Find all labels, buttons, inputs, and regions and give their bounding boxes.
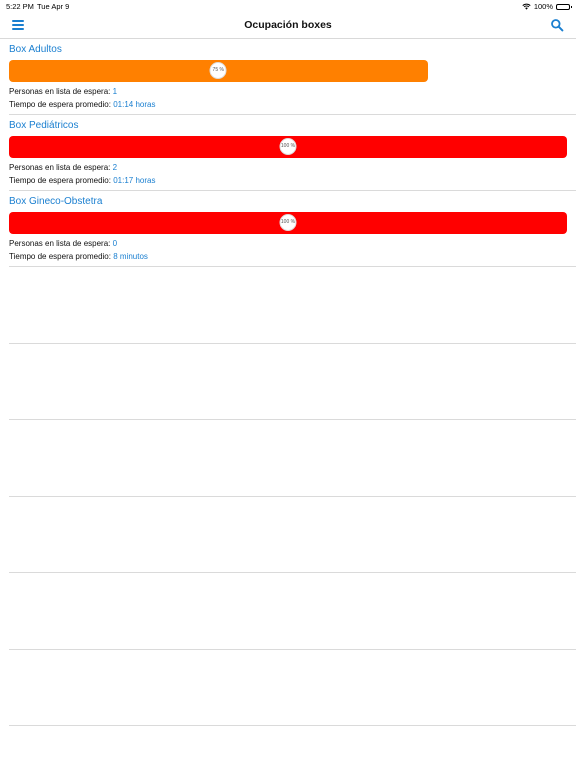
wifi-icon <box>522 3 531 10</box>
battery-icon <box>556 3 572 10</box>
empty-row <box>9 650 576 726</box>
empty-row <box>9 420 576 497</box>
waiting-count: Personas en lista de espera: 2 <box>9 163 117 172</box>
status-time: 5:22 PM <box>6 2 34 11</box>
empty-row <box>9 344 576 420</box>
battery-percent: 100% <box>533 2 553 11</box>
average-wait: Tiempo de espera promedio: 8 minutos <box>9 252 148 261</box>
box-list: Box Adultos 75 % Personas en lista de es… <box>0 39 576 726</box>
waiting-label: Personas en lista de espera: <box>9 163 111 172</box>
occupancy-bar: 100 % <box>9 136 567 158</box>
avg-time-value: 01:17 horas <box>113 176 156 185</box>
waiting-label: Personas en lista de espera: <box>9 87 111 96</box>
navigation-bar: Ocupación boxes <box>0 12 576 39</box>
average-wait: Tiempo de espera promedio: 01:14 horas <box>9 100 155 109</box>
average-wait: Tiempo de espera promedio: 01:17 horas <box>9 176 155 185</box>
page-title: Ocupación boxes <box>244 19 332 31</box>
box-title: Box Pediátricos <box>9 120 79 131</box>
avg-time-label: Tiempo de espera promedio: <box>9 100 111 109</box>
waiting-value: 2 <box>112 163 118 172</box>
status-bar: 5:22 PM Tue Apr 9 100% <box>0 0 576 12</box>
avg-time-value: 01:14 horas <box>113 100 156 109</box>
occupancy-percent-badge: 100 % <box>279 214 297 231</box>
empty-row <box>9 573 576 650</box>
empty-row <box>9 497 576 573</box>
status-right: 100% <box>522 2 572 11</box>
avg-time-value: 8 minutos <box>113 252 148 261</box>
status-date: Tue Apr 9 <box>37 2 70 11</box>
occupancy-percent-badge: 75 % <box>209 62 227 79</box>
box-row-adultos[interactable]: Box Adultos 75 % Personas en lista de es… <box>9 39 576 115</box>
waiting-count: Personas en lista de espera: 1 <box>9 87 117 96</box>
occupancy-bar: 75 % <box>9 60 567 82</box>
search-icon[interactable] <box>550 18 564 32</box>
avg-time-label: Tiempo de espera promedio: <box>9 176 111 185</box>
occupancy-bar: 100 % <box>9 212 567 234</box>
occupancy-percent-badge: 100 % <box>279 138 297 155</box>
box-title: Box Gineco-Obstetra <box>9 196 103 207</box>
box-row-pediatricos[interactable]: Box Pediátricos 100 % Personas en lista … <box>9 115 576 191</box>
avg-time-label: Tiempo de espera promedio: <box>9 252 111 261</box>
waiting-value: 0 <box>112 239 118 248</box>
waiting-label: Personas en lista de espera: <box>9 239 111 248</box>
empty-row <box>9 267 576 344</box>
box-title: Box Adultos <box>9 44 62 55</box>
box-row-gineco-obstetra[interactable]: Box Gineco-Obstetra 100 % Personas en li… <box>9 191 576 267</box>
waiting-value: 1 <box>112 87 118 96</box>
waiting-count: Personas en lista de espera: 0 <box>9 239 117 248</box>
